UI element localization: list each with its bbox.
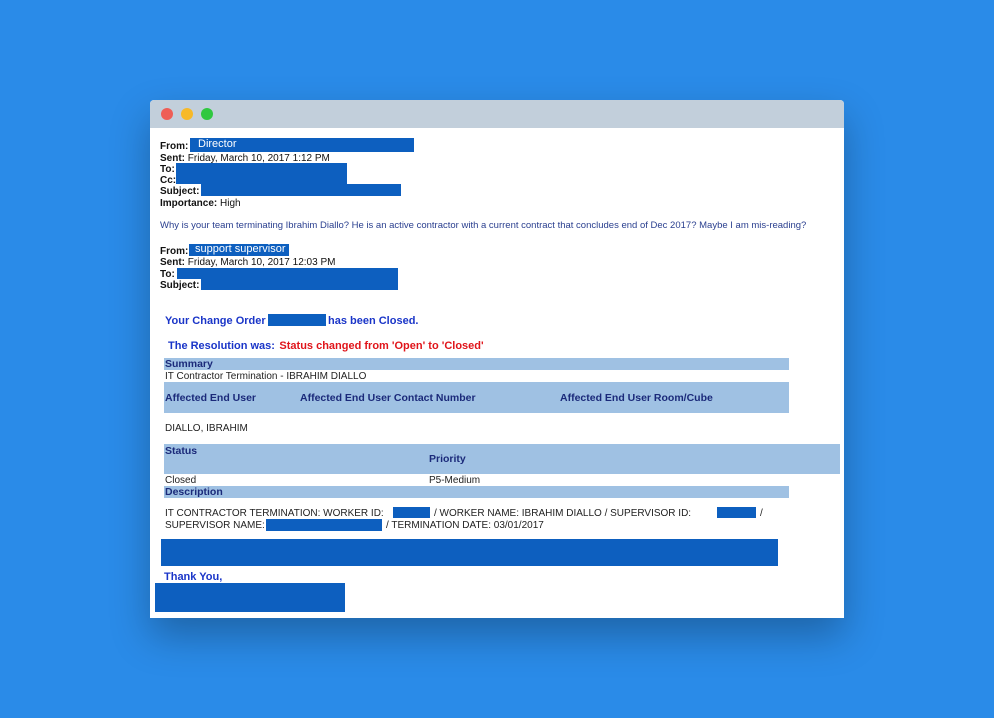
email1-from-value: Director: [190, 138, 414, 152]
email2-sent-row: Sent: Friday, March 10, 2017 12:03 PM: [160, 257, 335, 268]
desc-worker-name: / WORKER NAME: IBRAHIM DIALLO / SUPERVIS…: [434, 508, 692, 519]
affected-user-band: Affected End User Affected End User Cont…: [164, 382, 789, 413]
email-window: From: Director Sent: Friday, March 10, 2…: [150, 100, 844, 618]
close-window-button[interactable]: [161, 108, 173, 120]
email2-from-label: From:: [160, 246, 189, 257]
resolution-value: Status changed from 'Open' to 'Closed': [279, 340, 484, 352]
affected-contact-header: Affected End User Contact Number: [300, 392, 476, 404]
status-priority-band: Status Priority: [164, 444, 840, 474]
change-order-suffix: has been Closed.: [328, 315, 419, 327]
resolution-row: The Resolution was: Status changed from …: [168, 336, 484, 354]
affected-user-header: Affected End User: [165, 392, 257, 404]
status-header: Status: [165, 445, 198, 457]
worker-id-redaction: [393, 507, 430, 518]
email1-subject-redaction: [201, 184, 401, 196]
zoom-window-button[interactable]: [201, 108, 213, 120]
email1-to-redaction: [176, 163, 347, 174]
resolution-label: The Resolution was:: [168, 340, 275, 352]
desc-slash: /: [760, 508, 763, 519]
email2-subject-redaction: [201, 279, 398, 290]
supervisor-id-redaction: [717, 507, 756, 518]
affected-user-value: DIALLO, IBRAHIM: [165, 423, 248, 434]
thank-you-text: Thank You,: [164, 571, 223, 583]
desc-worker-id-label: IT CONTRACTOR TERMINATION: WORKER ID:: [165, 508, 384, 519]
email2-subject-label: Subject:: [160, 280, 200, 291]
affected-room-header: Affected End User Room/Cube: [560, 392, 713, 404]
change-order-number-redaction: [268, 314, 326, 326]
large-redaction-block: [161, 539, 778, 566]
email-content: From: Director Sent: Friday, March 10, 2…: [150, 128, 844, 618]
description-header: Description: [165, 486, 223, 498]
supervisor-name-redaction: [266, 519, 382, 531]
email2-from-value: support supervisor: [189, 244, 289, 256]
desc-termination-date: / TERMINATION DATE: 03/01/2017: [386, 520, 544, 531]
status-value: Closed: [165, 475, 197, 486]
email1-importance-value: High: [220, 198, 241, 209]
email1-to-label: To:: [160, 164, 175, 175]
email1-importance-row: Importance: High: [160, 198, 241, 209]
email1-from-row: From:: [160, 141, 188, 152]
email2-sent-label: Sent:: [160, 257, 185, 268]
minimize-window-button[interactable]: [181, 108, 193, 120]
email1-body: Why is your team terminating Ibrahim Dia…: [160, 220, 807, 231]
email2-to-label: To:: [160, 269, 175, 280]
summary-band: Summary: [164, 358, 789, 370]
signature-redaction: [155, 583, 345, 612]
desc-supervisor-name-label: SUPERVISOR NAME:: [165, 520, 265, 531]
summary-header: Summary: [165, 358, 213, 370]
email2-to-redaction: [177, 268, 398, 279]
priority-header: Priority: [429, 453, 466, 465]
email1-importance-label: Importance:: [160, 198, 218, 209]
summary-value: IT Contractor Termination - IBRAHIM DIAL…: [165, 371, 367, 382]
email1-cc-label: Cc:: [160, 175, 177, 186]
email1-subject-label: Subject:: [160, 186, 200, 197]
title-bar: [150, 100, 844, 128]
email1-from-label: From:: [160, 141, 189, 152]
change-order-prefix: Your Change Order: [165, 315, 266, 327]
priority-value: P5-Medium: [429, 475, 481, 486]
email1-cc-redaction: [176, 174, 347, 184]
description-band: Description: [164, 486, 789, 498]
email2-sent-value: Friday, March 10, 2017 12:03 PM: [187, 257, 336, 268]
